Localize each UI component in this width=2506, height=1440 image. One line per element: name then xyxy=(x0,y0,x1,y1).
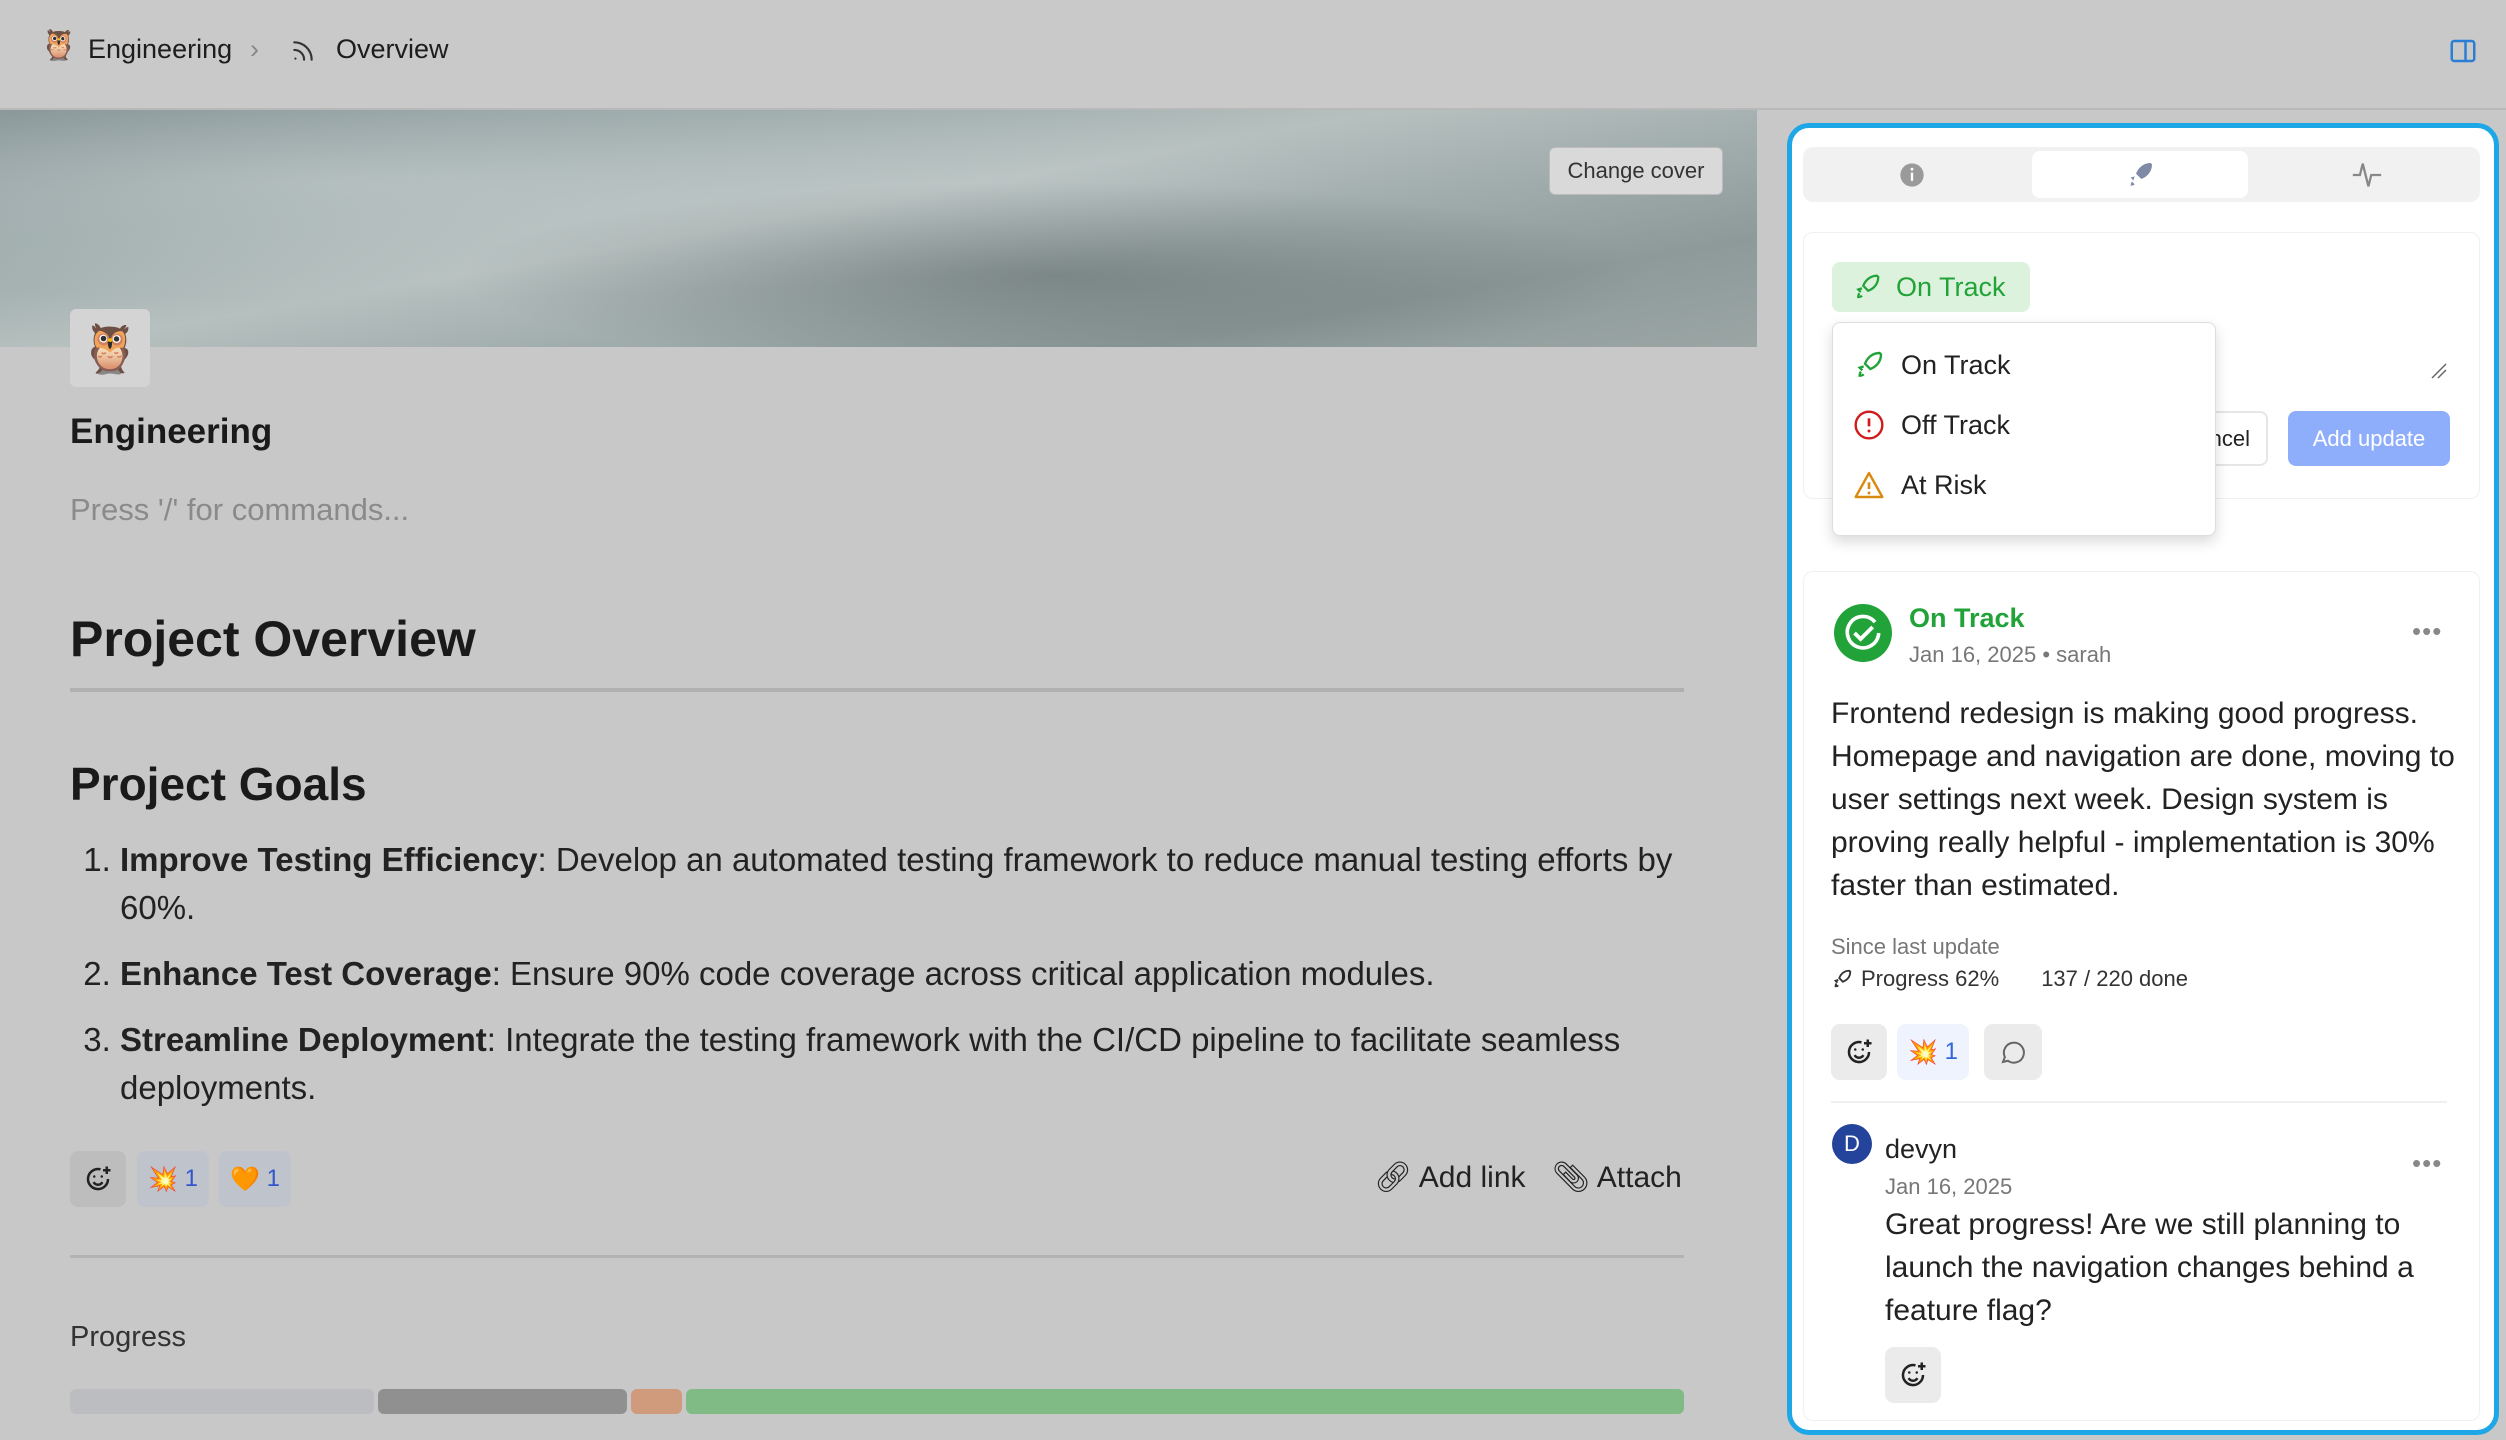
comment-button[interactable] xyxy=(1984,1024,2042,1080)
breadcrumb-workspace[interactable]: Engineering xyxy=(88,34,232,65)
paperclip-icon: 📎︎ xyxy=(1552,1161,1591,1194)
since-last-update: Since last update xyxy=(1831,934,2000,959)
reaction-heart[interactable]: 🧡 1 xyxy=(219,1151,291,1207)
update-meta: Jan 16, 2025 • sarah xyxy=(1909,642,2112,667)
link-icon: 🔗︎ xyxy=(1374,1161,1413,1194)
goals-list: Improve Testing Efficiency: Develop an a… xyxy=(70,836,1710,1130)
comment-icon xyxy=(2001,1041,2025,1064)
status-chip-label: On Track xyxy=(1896,271,2006,302)
progress-label: Progress xyxy=(70,1321,187,1353)
progress-segment xyxy=(70,1389,375,1414)
boom-emoji: 💥 xyxy=(148,1165,178,1193)
feed-icon xyxy=(293,41,313,61)
sidebar-toggle-icon[interactable] xyxy=(2448,36,2478,66)
reaction-boom[interactable]: 💥 1 xyxy=(137,1151,209,1207)
workspace-owl-icon: 🦉 xyxy=(40,29,78,62)
progress-summary: Progress 62% 137 / 220 done xyxy=(1831,966,2188,992)
tab-info[interactable] xyxy=(1807,151,2017,198)
status-check-icon xyxy=(1834,604,1892,662)
divider xyxy=(70,1255,1684,1258)
comment-author: devyn xyxy=(1885,1134,1958,1164)
menu-item-on-track[interactable]: On Track xyxy=(1853,349,2011,381)
comment-date: Jan 16, 2025 xyxy=(1885,1174,2013,1199)
update-body: Frontend redesign is making good progres… xyxy=(1831,697,2455,902)
more-options-icon[interactable]: ••• xyxy=(2412,1148,2442,1179)
list-item: Improve Testing Efficiency: Develop an a… xyxy=(120,836,1710,932)
status-dropdown[interactable]: On Track xyxy=(1832,262,2030,312)
progress-percent: Progress 62% xyxy=(1861,966,2000,991)
add-link-label: Add link xyxy=(1418,1161,1526,1194)
reaction-boom[interactable]: 💥 1 xyxy=(1897,1024,1969,1080)
command-placeholder[interactable]: Press '/' for commands... xyxy=(70,492,409,528)
reaction-count: 1 xyxy=(266,1165,280,1192)
progress-segment xyxy=(685,1389,1684,1414)
page-title[interactable]: Engineering xyxy=(70,412,272,452)
rocket-icon xyxy=(1856,274,1880,299)
add-reaction-button[interactable] xyxy=(1885,1347,1941,1403)
menu-item-label: Off Track xyxy=(1901,409,2011,440)
warning-icon xyxy=(1854,471,1884,499)
attach-label: Attach xyxy=(1596,1161,1682,1194)
list-item: Streamline Deployment: Integrate the tes… xyxy=(120,1016,1710,1112)
alert-circle-icon xyxy=(1854,410,1884,440)
breadcrumb-page[interactable]: Overview xyxy=(336,34,449,65)
tab-activity[interactable] xyxy=(2262,151,2472,198)
list-item: Enhance Test Coverage: Ensure 90% code c… xyxy=(120,950,1710,998)
resize-handle-icon[interactable] xyxy=(2428,360,2448,380)
smiley-plus-icon xyxy=(1847,1039,1872,1064)
tab-updates[interactable] xyxy=(2032,151,2248,198)
menu-item-label: On Track xyxy=(1901,349,2011,380)
rocket-icon xyxy=(1857,351,1883,377)
comment-body: Great progress! Are we still planning to… xyxy=(1885,1208,2414,1327)
reaction-count: 1 xyxy=(184,1165,198,1192)
cover-image xyxy=(0,110,1757,347)
activity-icon xyxy=(2352,162,2382,187)
goal-title: Streamline Deployment xyxy=(120,1021,487,1058)
progress-segment xyxy=(378,1389,627,1414)
divider xyxy=(1831,1101,2447,1103)
goal-title: Improve Testing Efficiency xyxy=(120,841,538,878)
breadcrumb-chevron-icon: › xyxy=(250,34,259,64)
heart-emoji: 🧡 xyxy=(230,1165,260,1193)
smiley-plus-icon xyxy=(1901,1362,1926,1387)
avatar: D xyxy=(1832,1124,1872,1164)
page-icon[interactable]: 🦉 xyxy=(70,309,150,387)
add-link-button[interactable]: 🔗︎ Add link xyxy=(1374,1160,1526,1195)
boom-emoji: 💥 xyxy=(1908,1038,1938,1066)
add-reaction-button[interactable] xyxy=(70,1151,126,1207)
smiley-plus-icon xyxy=(86,1166,111,1191)
add-update-button[interactable]: Add update xyxy=(2288,411,2450,466)
attach-button[interactable]: 📎︎ Attach xyxy=(1552,1160,1682,1195)
reaction-count: 1 xyxy=(1944,1038,1958,1065)
change-cover-button[interactable]: Change cover xyxy=(1549,147,1723,195)
divider xyxy=(70,688,1684,692)
rocket-icon xyxy=(1833,969,1852,988)
menu-item-label: At Risk xyxy=(1901,469,1987,500)
update-status: On Track xyxy=(1909,603,2025,633)
menu-item-off-track[interactable]: Off Track xyxy=(1853,409,2010,441)
menu-item-at-risk[interactable]: At Risk xyxy=(1853,469,1987,501)
goal-text: : Ensure 90% code coverage across critic… xyxy=(491,955,1435,992)
status-menu: On Track Off Track At Risk xyxy=(1832,322,2216,536)
info-icon xyxy=(1900,162,1924,187)
goal-title: Enhance Test Coverage xyxy=(120,955,492,992)
heading-project-overview: Project Overview xyxy=(70,611,476,667)
add-reaction-button[interactable] xyxy=(1831,1024,1887,1080)
more-options-icon[interactable]: ••• xyxy=(2412,616,2442,647)
rocket-icon xyxy=(2130,162,2152,186)
done-count: 137 / 220 done xyxy=(2041,966,2188,991)
progress-segment xyxy=(630,1389,682,1414)
heading-project-goals: Project Goals xyxy=(70,758,367,810)
